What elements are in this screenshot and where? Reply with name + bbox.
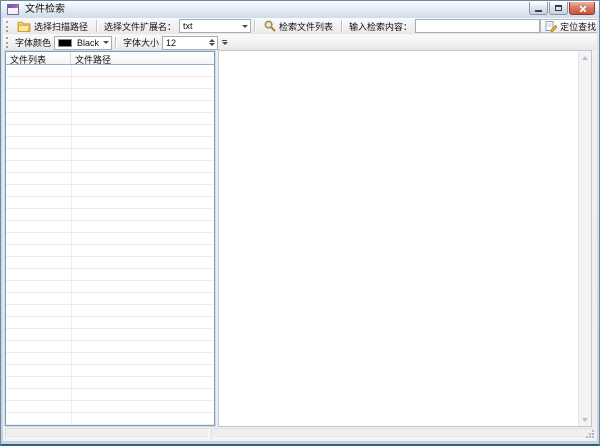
search-file-list-label: 检索文件列表 [279,20,333,33]
toolbar-separator [115,37,117,49]
search-content-label: 输入检索内容： [346,20,415,33]
column-divider [71,65,72,425]
close-button[interactable] [569,2,595,15]
titlebar[interactable]: 文件检索 [1,1,599,18]
file-list-body[interactable] [6,65,214,425]
window-controls [529,2,595,15]
search-content-input[interactable] [415,19,540,33]
locate-find-button[interactable]: 定位查找 [540,19,597,33]
toolbar-separator [254,20,256,32]
file-list: 文件列表 文件路径 [5,51,215,426]
chevron-down-icon [100,37,111,49]
app-window: 文件检索 选择扫描路径 选择文件扩展名： txt [0,0,600,446]
toolbar-overflow-icon[interactable] [220,37,229,49]
toolbar-separator [341,20,343,32]
file-list-header: 文件列表 文件路径 [6,52,214,65]
font-color-combobox[interactable]: Black [54,36,112,50]
status-panel-right [211,428,594,439]
toolbar-grip[interactable] [6,37,9,48]
font-size-stepper[interactable]: 12 [162,36,218,50]
toolbar-grip[interactable] [6,21,9,32]
font-color-value: Black [74,38,100,48]
main-toolbar: 选择扫描路径 选择文件扩展名： txt 检索文件列表 输入检索内容： [3,18,597,34]
ext-combobox-value: txt [180,21,239,31]
content-textbox[interactable] [218,50,592,427]
minimize-icon [535,10,542,12]
minimize-button[interactable] [529,2,548,15]
font-size-label: 字体大小 [120,36,162,49]
magnifier-icon [264,20,276,32]
window-title: 文件检索 [25,1,65,18]
font-color-label: 字体颜色 [12,36,54,49]
locate-find-label: 定位查找 [560,20,596,33]
ext-label: 选择文件扩展名： [101,20,179,33]
color-swatch [58,39,72,47]
status-panel-left [5,428,209,439]
toolbar-separator [96,20,98,32]
app-icon [7,4,19,15]
column-header-file-path[interactable]: 文件路径 [71,52,214,64]
scroll-down-button[interactable] [579,413,591,426]
maximize-icon [555,5,562,11]
vertical-scrollbar[interactable] [578,51,591,426]
close-icon [578,4,587,13]
maximize-button[interactable] [549,2,568,15]
scroll-up-button[interactable] [579,51,591,64]
format-toolbar: 字体颜色 Black 字体大小 12 [3,34,597,50]
spinner-buttons [207,37,217,49]
client-area: 选择扫描路径 选择文件扩展名： txt 检索文件列表 输入检索内容： [3,18,597,441]
spin-down-button[interactable] [207,43,217,47]
folder-icon [17,20,31,32]
column-header-file-list[interactable]: 文件列表 [6,52,71,64]
chevron-down-icon [239,20,250,32]
arrow-up-icon [582,56,588,60]
search-file-list-button[interactable]: 检索文件列表 [259,19,338,33]
resize-grip[interactable] [585,429,594,438]
status-bar [4,427,596,440]
font-size-value: 12 [163,37,207,49]
select-scan-path-label: 选择扫描路径 [34,20,88,33]
select-scan-path-button[interactable]: 选择扫描路径 [12,19,93,33]
ext-combobox[interactable]: txt [179,19,251,33]
find-edit-icon [545,20,557,32]
arrow-down-icon [582,418,588,422]
